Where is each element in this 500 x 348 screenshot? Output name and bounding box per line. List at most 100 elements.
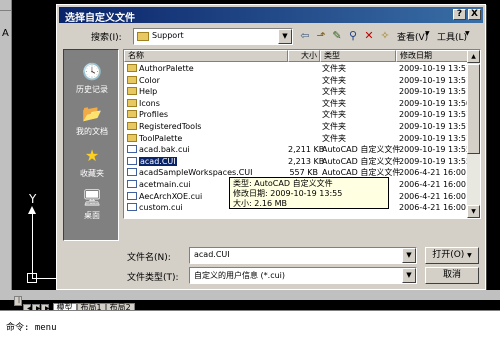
place-my-documents[interactable]: 📂 我的文档 xyxy=(64,102,120,144)
file-name-cell: Icons xyxy=(127,98,160,109)
lookin-combo[interactable]: Support ▼ xyxy=(133,28,293,45)
file-name: ToolPalette xyxy=(139,133,183,143)
view-menu[interactable]: 查看(V) xyxy=(397,30,428,43)
place-desktop[interactable]: 🖥 桌面 xyxy=(64,186,120,228)
file-modified: 2006-4-21 16:00 xyxy=(399,168,466,178)
file-modified: 2009-10-19 13:51 xyxy=(399,110,472,120)
file-modified: 2006-4-21 16:00 xyxy=(399,191,466,201)
open-button[interactable]: 打开(O) ▼ xyxy=(425,247,479,264)
file-modified: 2009-10-19 13:50 xyxy=(399,98,472,108)
file-modified: 2009-10-19 13:51 xyxy=(399,87,472,97)
scroll-down-icon[interactable]: ▼ xyxy=(467,205,480,218)
filename-value: acad.CUI xyxy=(194,250,230,259)
up-folder-icon[interactable]: ⬏ xyxy=(313,28,329,44)
scroll-up-icon[interactable]: ▲ xyxy=(467,50,480,63)
place-favorites-label: 收藏夹 xyxy=(80,169,104,178)
cancel-button[interactable]: 取消 xyxy=(425,267,479,284)
col-name[interactable]: 名称 xyxy=(124,50,288,62)
first-tab-icon[interactable]: |◀ xyxy=(14,296,23,312)
cui-file-icon xyxy=(127,180,137,188)
filetype-select[interactable]: 自定义的用户信息 (*.cui) ▼ xyxy=(189,267,417,284)
folder-icon xyxy=(127,122,137,130)
filename-label: 文件名(N): xyxy=(127,253,171,263)
my-documents-icon: 📂 xyxy=(82,104,102,123)
file-type: AutoCAD 自定义文件 xyxy=(322,156,401,166)
layout-tabs: |◀ ◀ ▶ ▶| 模型 布局1 布局2 xyxy=(14,296,135,314)
file-row[interactable]: Color 文件夹 2009-10-19 13:51 xyxy=(124,75,471,87)
chevron-down-icon[interactable]: ▼ xyxy=(278,29,292,44)
file-modified: 2009-10-19 13:51 xyxy=(399,122,472,131)
toolbar-divider xyxy=(0,10,12,11)
dialog-title: 选择自定义文件 xyxy=(65,13,135,24)
file-name: acad.CUI xyxy=(139,156,177,166)
filename-input[interactable]: acad.CUI ▼ xyxy=(189,247,417,264)
dialog-titlebar: 选择自定义文件 ? X xyxy=(59,7,483,24)
file-size: 2,213 KB xyxy=(288,156,325,166)
command-text: 命令: menu xyxy=(6,323,57,333)
file-modified: 2009-10-19 13:51 xyxy=(399,133,472,143)
place-favorites[interactable]: ★ 收藏夹 xyxy=(64,144,120,186)
help-button[interactable]: ? xyxy=(453,9,466,20)
col-size[interactable]: 大小 xyxy=(288,50,320,62)
file-type: 文件夹 xyxy=(322,110,346,120)
search-web-icon[interactable]: ✎ xyxy=(329,28,345,44)
folder-icon xyxy=(127,110,137,119)
place-history[interactable]: 🕓 历史记录 xyxy=(64,60,120,102)
tooltip-type: 类型: AutoCAD 自定义文件 xyxy=(233,179,333,188)
search-icon[interactable]: ⚲ xyxy=(345,28,361,44)
vertical-scrollbar[interactable]: ▲ ▼ xyxy=(467,50,480,218)
lookin-value: Support xyxy=(152,31,184,40)
back-icon[interactable]: ⇦ xyxy=(297,28,313,44)
place-my-documents-label: 我的文档 xyxy=(76,127,108,136)
file-type: 文件夹 xyxy=(322,64,346,73)
file-row[interactable]: Icons 文件夹 2009-10-19 13:50 xyxy=(124,98,472,110)
tooltip-size: 大小: 2.16 MB xyxy=(233,199,287,208)
ucs-origin-box xyxy=(27,273,37,283)
file-type: 文件夹 xyxy=(322,75,346,85)
tooltip-modified: 修改日期: 2009-10-19 13:55 xyxy=(233,189,343,198)
file-modified: 2009-10-19 13:55 xyxy=(399,145,472,155)
col-type[interactable]: 类型 xyxy=(320,50,396,62)
chevron-down-icon[interactable]: ▼ xyxy=(402,248,416,263)
scroll-thumb[interactable] xyxy=(467,64,480,154)
file-row[interactable]: Help 文件夹 2009-10-19 13:51 xyxy=(124,86,472,98)
folder-icon xyxy=(127,87,137,96)
file-row[interactable]: acad.bak.cui 2,211 KB AutoCAD 自定义文件 2009-10… xyxy=(124,144,472,156)
open-dropdown-icon[interactable]: ▼ xyxy=(467,252,472,259)
folder-icon xyxy=(127,98,137,107)
folder-icon xyxy=(137,32,149,41)
file-size: 2,211 KB xyxy=(288,145,325,155)
file-row[interactable]: RegisteredTools 文件夹 2009-10-19 13:51 xyxy=(124,121,472,133)
tools-menu[interactable]: 工具(L) xyxy=(437,30,467,43)
favorites-icon: ★ xyxy=(84,146,100,165)
chevron-down-icon[interactable]: ▼ xyxy=(402,268,416,283)
select-customization-file-dialog: 选择自定义文件 ? X 搜索(I): Support ▼ ⇦ ⬏ ✎ ⚲ ✕ ✧… xyxy=(56,4,486,290)
delete-icon[interactable]: ✕ xyxy=(361,28,377,44)
file-modified: 2006-4-21 16:00 xyxy=(399,203,466,213)
close-button[interactable]: X xyxy=(468,9,481,20)
file-type: 文件夹 xyxy=(322,133,346,143)
file-name-cell: RegisteredTools xyxy=(127,121,201,132)
file-row[interactable]: Profiles 文件夹 2009-10-19 13:51 xyxy=(124,109,472,121)
col-modified[interactable]: 修改日期 xyxy=(396,50,469,62)
file-row[interactable]: acad.CUI 2,213 KB AutoCAD 自定义文件 2009-10-19 … xyxy=(124,156,472,168)
file-row[interactable]: AuthorPalette 文件夹 2009-10-19 13:51 xyxy=(124,63,471,75)
file-row[interactable]: ToolPalette 文件夹 2009-10-19 13:51 xyxy=(124,133,472,145)
file-name-cell: Help xyxy=(127,86,157,97)
file-name-cell: AecArchXOE.cui xyxy=(127,191,202,202)
file-name: Profiles xyxy=(139,110,169,120)
command-line[interactable]: 命令: menu xyxy=(0,310,500,348)
file-name: AuthorPalette xyxy=(139,64,194,73)
open-button-label: 打开(O) xyxy=(432,250,465,260)
place-history-label: 历史记录 xyxy=(76,85,108,94)
view-dropdown-icon[interactable]: ▼ xyxy=(425,30,430,37)
file-type: AutoCAD 自定义文件 xyxy=(322,145,401,155)
file-name: Icons xyxy=(139,98,160,108)
file-modified: 2006-4-21 16:00 xyxy=(399,180,466,189)
file-modified: 2009-10-19 13:55 xyxy=(399,156,472,166)
new-folder-icon[interactable]: ✧ xyxy=(377,28,393,44)
desktop-icon: 🖥 xyxy=(81,188,103,207)
file-name: Help xyxy=(139,87,158,97)
tools-dropdown-icon[interactable]: ▼ xyxy=(465,30,470,37)
file-name-cell: acad.CUI xyxy=(127,156,177,167)
